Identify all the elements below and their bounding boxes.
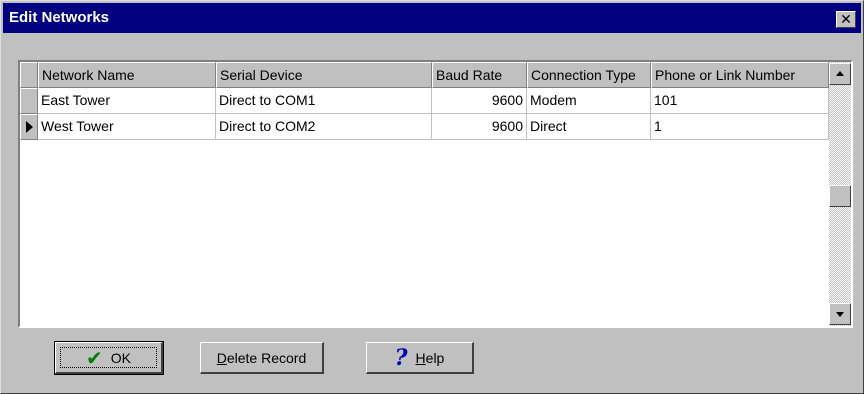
focus-rectangle [60,347,157,368]
table-row[interactable]: East Tower Direct to COM1 9600 Modem 101 [20,88,829,114]
arrow-down-icon [836,312,844,317]
column-header-connection-type[interactable]: Connection Type [527,62,651,88]
delete-record-label: Delete Record [217,351,307,365]
cell-connection-type[interactable]: Direct [527,114,651,140]
delete-mnemonic: D [216,349,227,366]
row-indicator[interactable] [20,114,38,140]
cell-baud-rate[interactable]: 9600 [432,88,527,114]
cell-phone-or-link-number[interactable]: 1 [651,114,829,140]
close-icon: ✕ [840,11,852,28]
close-button[interactable]: ✕ [836,11,856,28]
column-header-baud-rate[interactable]: Baud Rate [432,62,527,88]
header-indicator-cell [20,62,38,88]
arrow-up-icon [836,71,844,76]
column-header-network-name[interactable]: Network Name [38,62,216,88]
cell-serial-device[interactable]: Direct to COM1 [216,88,432,114]
cell-phone-or-link-number[interactable]: 101 [651,88,829,114]
cell-serial-device[interactable]: Direct to COM2 [216,114,432,140]
grid-body: Network Name Serial Device Baud Rate Con… [20,62,829,326]
help-icon: ? [394,344,408,371]
table-row[interactable]: West Tower Direct to COM2 9600 Direct 1 [20,114,829,140]
help-mnemonic: H [415,349,426,366]
scroll-thumb[interactable] [829,185,851,207]
help-label: Help [416,351,445,365]
column-header-serial-device[interactable]: Serial Device [216,62,432,88]
scroll-up-button[interactable] [829,63,851,85]
column-header-phone-or-link-number[interactable]: Phone or Link Number [651,62,829,88]
help-label-rest: elp [425,349,445,366]
cell-network-name[interactable]: East Tower [38,88,216,114]
window-title: Edit Networks [9,9,110,26]
edit-networks-window: Edit Networks ✕ Network Name Serial Devi… [0,0,864,394]
ok-button[interactable]: ✔ OK [54,341,164,375]
delete-label-rest: elete Record [226,349,307,366]
vertical-scrollbar[interactable] [829,62,851,326]
networks-grid[interactable]: Network Name Serial Device Baud Rate Con… [18,60,853,328]
title-bar[interactable]: Edit Networks ✕ [3,3,861,33]
row-indicator[interactable] [20,88,38,114]
scroll-down-button[interactable] [829,303,851,325]
grid-header-row: Network Name Serial Device Baud Rate Con… [20,62,829,88]
cell-baud-rate[interactable]: 9600 [432,114,527,140]
delete-record-button[interactable]: Delete Record [200,342,324,374]
current-row-arrow-icon [26,121,33,133]
help-button[interactable]: ? Help [366,342,474,374]
cell-connection-type[interactable]: Modem [527,88,651,114]
cell-network-name[interactable]: West Tower [38,114,216,140]
